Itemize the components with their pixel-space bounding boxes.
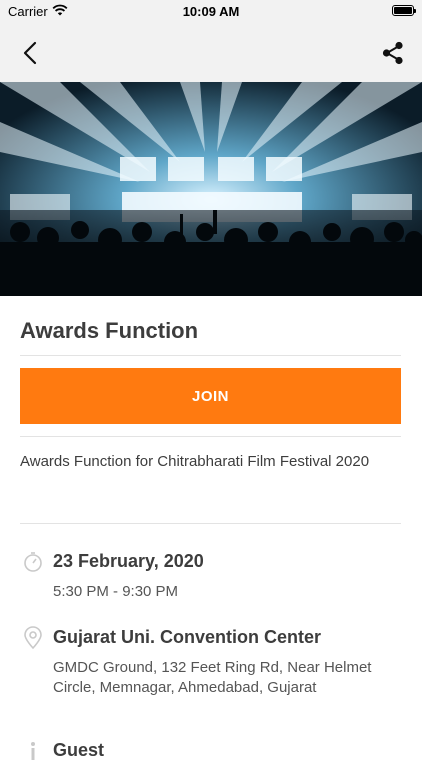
location-pin-icon bbox=[22, 626, 44, 650]
divider bbox=[20, 355, 401, 356]
divider bbox=[20, 523, 401, 524]
event-description: Awards Function for Chitrabharati Film F… bbox=[20, 453, 370, 470]
venue-address: GMDC Ground, 132 Feet Ring Rd, Near Helm… bbox=[53, 659, 372, 696]
share-button[interactable] bbox=[380, 40, 406, 66]
chevron-left-icon bbox=[23, 41, 37, 65]
divider bbox=[20, 436, 401, 437]
guest-section-label: Guest bbox=[53, 740, 105, 760]
status-bar: Carrier 10:09 AM bbox=[0, 0, 422, 24]
back-button[interactable] bbox=[16, 38, 46, 68]
share-icon bbox=[382, 41, 403, 65]
event-title: Awards Function bbox=[20, 318, 199, 343]
event-hero-image bbox=[0, 82, 422, 296]
battery-icon bbox=[392, 5, 416, 16]
clock-icon bbox=[22, 550, 44, 574]
event-date: 23 February, 2020 bbox=[53, 551, 204, 571]
info-icon bbox=[22, 740, 44, 764]
navigation-bar bbox=[0, 24, 422, 82]
status-time: 10:09 AM bbox=[182, 4, 240, 19]
venue-name: Gujarat Uni. Convention Center bbox=[53, 627, 322, 647]
event-time-range: 5:30 PM - 9:30 PM bbox=[53, 583, 179, 600]
join-button[interactable]: JOIN bbox=[20, 368, 401, 424]
